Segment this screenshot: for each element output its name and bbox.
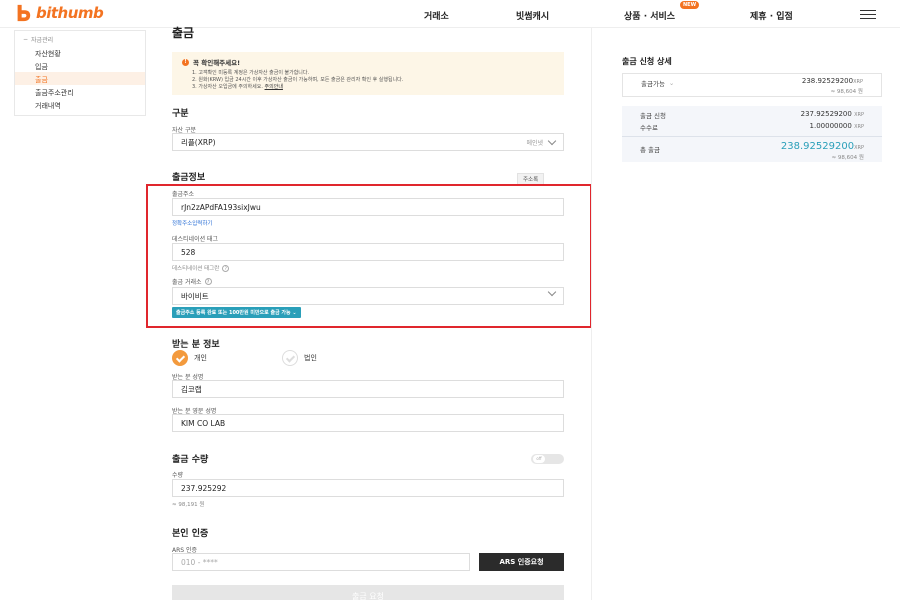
network-label: 메인넷	[526, 140, 543, 147]
question-icon: ?	[204, 278, 212, 285]
exchange-label: 출금 거래소	[172, 279, 202, 286]
logo-text: bithumb	[36, 4, 104, 22]
recipient-name-input[interactable]: 김코랩	[172, 380, 564, 398]
chevron-down-icon: ⌄	[292, 310, 297, 316]
available-label: 출금가능	[641, 80, 665, 88]
question-icon: ?	[222, 264, 230, 272]
total-label: 총 출금	[640, 146, 661, 154]
summary-box: 출금 신청 237.92529200 XRP 수수료 1.00000000 XR…	[622, 106, 882, 162]
chevron-down-icon: ⌄	[668, 79, 675, 87]
sidebar-section: − 자금관리	[15, 33, 145, 46]
radio-corporate-label: 법인	[304, 354, 317, 362]
address-input[interactable]: rJn2zAPdFA193sixJwu	[172, 198, 564, 216]
amount-title: 출금 수량	[172, 455, 209, 465]
chevron-down-icon	[547, 287, 557, 297]
total-value-wrap: 238.92529200XRP	[780, 141, 864, 152]
divider	[591, 28, 592, 600]
new-badge: NEW	[680, 1, 700, 9]
phone-input[interactable]: 010 - ****	[172, 553, 470, 571]
address-link[interactable]: 정확주소입력하기	[172, 219, 212, 227]
sidebar: − 자금관리 자산현황 입금 출금 출금주소관리 거래내역	[14, 30, 146, 116]
recipient-name-en-input[interactable]: KIM CO LAB	[172, 414, 564, 432]
check-icon	[282, 350, 298, 366]
summary-title: 출금 신청 상세	[622, 57, 672, 66]
alert-icon: !	[182, 58, 189, 66]
sidebar-section-label: 자금관리	[31, 37, 54, 44]
sidebar-item-history[interactable]: 거래내역	[15, 98, 145, 111]
sidebar-item-address-manage[interactable]: 출금주소관리	[15, 85, 145, 98]
notice-line-3: 3. 가상자산 오입금에 주의하세요. 주의안내	[192, 84, 283, 90]
asset-select-value: 리플(XRP)	[181, 137, 216, 147]
asset-select[interactable]: 리플(XRP) 메인넷	[172, 133, 564, 151]
sidebar-item-withdraw[interactable]: 출금	[15, 72, 145, 85]
radio-individual[interactable]: 개인	[172, 350, 207, 366]
bithumb-logo[interactable]: bithumb	[14, 4, 104, 22]
fee-label: 수수료	[640, 124, 658, 132]
ars-request-button[interactable]: ARS 인증요청	[479, 553, 564, 571]
notice-line-2: 2. 원화(KRW) 입금 24시간 이후 가상자산 출금이 가능하며, 모든 …	[192, 77, 404, 83]
exchange-select-value: 바이비트	[181, 291, 209, 301]
exchange-select[interactable]: 바이비트	[172, 287, 564, 305]
request-value-wrap: 237.92529200 XRP	[800, 110, 864, 118]
tag-label: 데스티네이션 태그	[172, 236, 219, 243]
page-title: 출금	[172, 26, 195, 40]
verify-title: 본인 인증	[172, 529, 209, 539]
available-krw: ≈ 98,604 원	[830, 89, 863, 95]
available-box: 출금가능 ⌄ 238.92529200XRP ≈ 98,604 원	[622, 73, 882, 97]
radio-corporate[interactable]: 법인	[282, 350, 317, 366]
nav-bithumb-cash[interactable]: 빗썸캐시	[516, 9, 549, 22]
withdraw-info-title: 출금정보	[172, 173, 206, 183]
krw-equivalent: ≈ 98,191 원	[172, 502, 205, 508]
bithumb-logo-icon	[17, 4, 31, 22]
summary-divider	[622, 136, 882, 137]
sidebar-item-assets[interactable]: 자산현황	[15, 46, 145, 59]
notice-box: ! 꼭 확인해주세요! 1. 고객확인 미등록 계정은 가상자산 출금이 불가합…	[172, 52, 564, 95]
check-icon	[172, 350, 188, 366]
exchange-status-badge: 출금주소 등록 완료 또는 100만원 미만으로 출금 가능 ⌄	[172, 307, 301, 318]
request-label: 출금 신청	[640, 112, 666, 120]
sidebar-item-deposit[interactable]: 입금	[15, 59, 145, 72]
fee-value-wrap: 1.00000000 XRP	[809, 122, 864, 130]
submit-withdraw-button[interactable]: 출금 요청	[172, 585, 564, 600]
notice-link[interactable]: 주의안내	[265, 84, 283, 90]
menu-icon[interactable]	[860, 10, 876, 19]
category-title: 구분	[172, 109, 189, 119]
tag-hint[interactable]: 데스티네이션 태그란 ?	[172, 264, 230, 272]
radio-individual-label: 개인	[194, 354, 207, 362]
notice-title: ! 꼭 확인해주세요!	[182, 57, 554, 67]
qty-input[interactable]: 237.925292	[172, 479, 564, 497]
available-value-wrap: 238.92529200XRP	[801, 77, 863, 85]
notice-title-text: 꼭 확인해주세요!	[193, 59, 241, 67]
toggle-knob: off	[533, 455, 545, 463]
total-krw: ≈ 98,604 원	[831, 155, 864, 161]
exchange-label-wrap: 출금 거래소 ?	[172, 277, 212, 286]
nav-exchange[interactable]: 거래소	[424, 9, 449, 22]
minus-icon: −	[23, 36, 29, 43]
tag-input[interactable]: 528	[172, 243, 564, 261]
recipient-title: 받는 분 정보	[172, 340, 220, 350]
qty-label: 수량	[172, 472, 184, 479]
available-label-wrap[interactable]: 출금가능 ⌄	[641, 78, 674, 88]
amount-toggle[interactable]: off	[531, 454, 564, 464]
nav-partnership[interactable]: 제휴 · 입점	[750, 9, 793, 22]
nav-products-services[interactable]: 상품 · 서비스	[624, 9, 675, 22]
address-label: 출금주소	[172, 191, 195, 198]
top-header: bithumb 거래소 빗썸캐시 상품 · 서비스 NEW 제휴 · 입점	[0, 0, 900, 28]
notice-line-1: 1. 고객확인 미등록 계정은 가상자산 출금이 불가합니다.	[192, 70, 310, 76]
chevron-down-icon	[547, 136, 557, 146]
